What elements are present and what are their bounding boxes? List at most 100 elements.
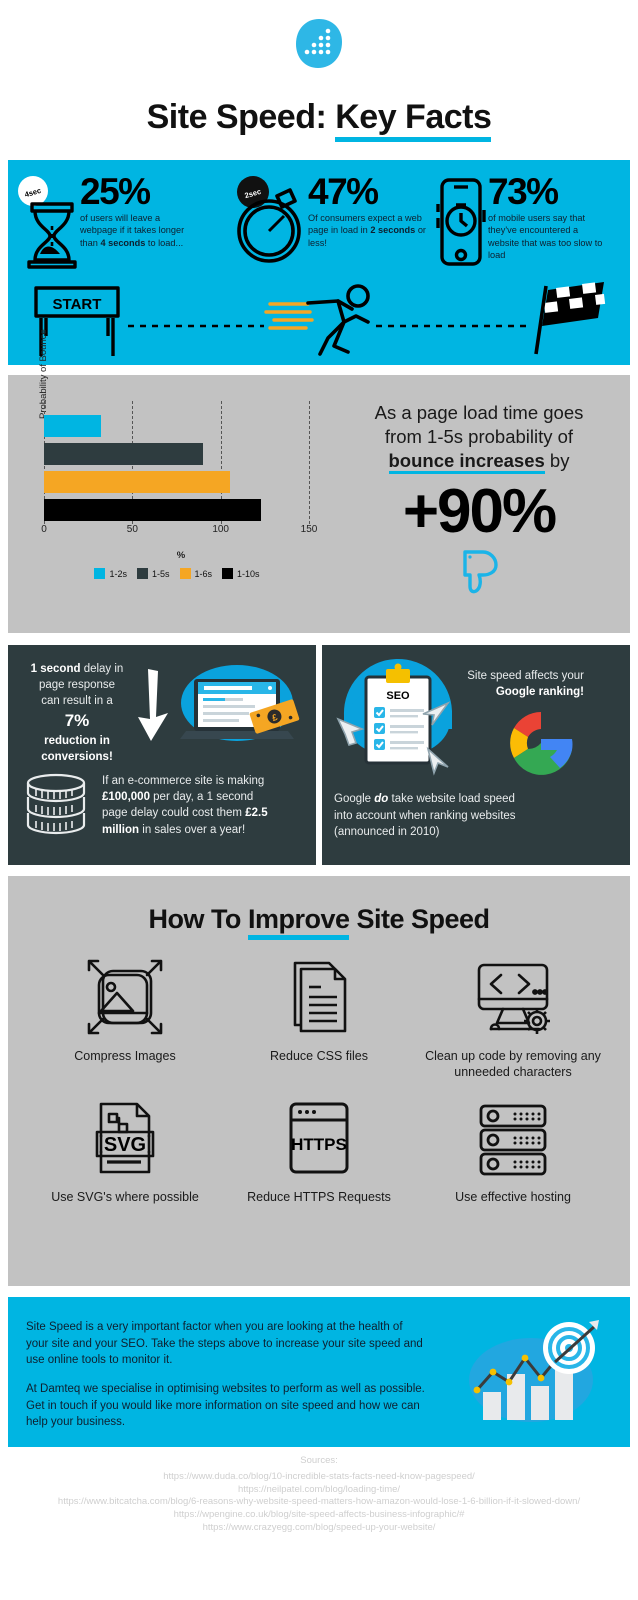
coin-stack-icon (26, 774, 86, 835)
goog-b1c: take website load speed (388, 793, 515, 806)
goog-l1: Site speed affects your (467, 670, 584, 682)
chart-legend-swatch (94, 568, 106, 579)
improve-tips-grid: Compress Images Reduce CSS files Clean u… (8, 935, 630, 1206)
chart-legend-swatch (136, 568, 148, 579)
dark-panels-row: 1 second delay in page response can resu… (8, 645, 630, 865)
stat-73-line2: they've encountered a (488, 225, 579, 236)
stat-47-percent: 47% (308, 171, 379, 212)
infographic-page: Site Speed: Key Facts 4sec 25% of users … (0, 0, 638, 1600)
ecommerce-loss-text: If an e-commerce site is making £100,000… (92, 771, 268, 841)
page-title-main: Site Speed: (146, 98, 336, 136)
stat-47-desc: Of consumers expect a web page in load i… (308, 212, 426, 249)
chart-legend-label: 1-5s (151, 568, 170, 579)
goog-b1a: Google (334, 793, 375, 806)
ecom-l4b: in sales over a year! (139, 823, 246, 836)
tip-compress-images: Compress Images (28, 949, 222, 1080)
conv-l1-rest: delay in (80, 663, 124, 675)
stat-25-text: 25% of users will leave a webpage if it … (78, 173, 184, 249)
goog-b1b: do (374, 793, 389, 806)
improve-section: How To Improve Site Speed Compress Image… (8, 876, 630, 1286)
source-link[interactable]: https://www.duda.co/blog/10-incredible-s… (0, 1471, 638, 1484)
goog-b2: into account when ranking websites (334, 809, 516, 822)
stat-25-line3c: to load... (145, 237, 184, 248)
chart-legend-swatch (222, 568, 234, 579)
stat-25-line1: of users will leave a (80, 213, 161, 224)
key-stats-section: 4sec 25% of users will leave a webpage i… (8, 160, 630, 365)
chart-legend-item: 1-5s (136, 568, 170, 579)
conversion-headline: 1 second delay in page response can resu… (18, 661, 136, 765)
callout-line3-bold: bounce increases (388, 450, 545, 475)
stat-73-line3: website that was too slow to (488, 237, 603, 248)
conv-pct: 7% (64, 711, 90, 731)
closing-text: Site Speed is a very important factor wh… (8, 1297, 438, 1447)
conversion-loss-panel: 1 second delay in page response can resu… (8, 645, 316, 865)
chart-bar-1-10s (44, 499, 262, 521)
seo-clipboard-icon: SEO (336, 658, 452, 776)
chart-legend-item: 1-2s (94, 568, 127, 579)
chart-legend-label: 1-2s (109, 568, 127, 579)
running-man-icon (264, 284, 370, 356)
chart-bar-1-2s (44, 415, 101, 437)
tip-label: Reduce CSS files (270, 1049, 368, 1063)
ecom-l2b: per day, a 1 second (149, 791, 254, 804)
source-link[interactable]: https://wpengine.co.uk/blog/site-speed-a… (0, 1509, 638, 1522)
chart-xtick: 100 (212, 524, 229, 535)
stat-47-line1: Of consumers expect a web (308, 213, 422, 224)
stat-73-line4: load (488, 249, 506, 260)
google-g-icon (510, 712, 573, 775)
improve-title-b: Site Speed (349, 904, 490, 934)
stat-73-desc: of mobile users say that they've encount… (488, 212, 602, 261)
conv-l2: page response (38, 679, 116, 692)
chart-xtick: 150 (300, 524, 318, 535)
mobile-clock-icon (432, 174, 486, 274)
chart-bar-1-6s (44, 471, 230, 493)
stats-row: 4sec 25% of users will leave a webpage i… (8, 160, 630, 274)
stat-card-25: 4sec 25% of users will leave a webpage i… (16, 173, 232, 274)
css-files-icon (222, 949, 416, 1045)
stat-47-line2b: 2 seconds (370, 225, 416, 236)
stat-73-text: 73% of mobile users say that they've enc… (486, 171, 602, 261)
thumbs-down-icon (463, 550, 498, 594)
https-browser-icon: HTTPS (222, 1090, 416, 1186)
callout-line3-rest: by (544, 450, 570, 472)
stat-73-percent: 73% (488, 171, 559, 212)
bounce-callout: As a page load time goes from 1-5s proba… (328, 375, 630, 633)
checkered-flag-icon (534, 282, 606, 355)
page-title-underlined: Key Facts (335, 98, 492, 142)
race-track-illustration: START (8, 276, 630, 358)
page-title: Site Speed: Key Facts (0, 98, 638, 142)
conv-l5: reduction in (44, 735, 110, 748)
clipboard-label: SEO (386, 690, 410, 702)
tip-reduce-css: Reduce CSS files (222, 949, 416, 1080)
bounce-chart: Probability of Bounce 0 50 100 150 % 1-2s 1-… (8, 329, 328, 633)
sources-block: Sources: https://www.duda.co/blog/10-inc… (0, 1455, 638, 1535)
ecom-l4a: million (102, 823, 140, 836)
https-glyph: HTTPS (291, 1135, 347, 1154)
tip-label: Clean up code by removing any unneeded c… (425, 1049, 601, 1079)
server-rack-icon (416, 1090, 610, 1186)
chart-legend-label: 1-10s (237, 568, 260, 579)
hourglass-icon: 4sec (16, 174, 78, 274)
chart-xaxis: 0 50 100 150 (41, 524, 318, 538)
compress-image-icon (28, 949, 222, 1045)
google-body-text: Google do take website load speed into a… (322, 787, 630, 841)
goog-l2: Google ranking! (495, 685, 584, 698)
ecom-l2a: £100,000 (102, 791, 150, 804)
chart-xtick: 50 (126, 524, 138, 535)
growth-chart-target-icon (438, 1297, 630, 1447)
source-link[interactable]: https://www.crazyegg.com/blog/speed-up-y… (0, 1522, 638, 1535)
sources-heading: Sources: (300, 1455, 338, 1466)
ecom-l3a: page delay could cost them (102, 807, 246, 820)
stopwatch-icon: 2sec (232, 174, 306, 274)
google-headline: Site speed affects your Google ranking! (466, 669, 584, 700)
source-link[interactable]: https://neilpatel.com/blog/loading-time/ (0, 1484, 638, 1497)
damteq-dots-logo (296, 19, 342, 68)
chart-legend-item: 1-10s (222, 568, 260, 579)
svg-glyph: SVG (104, 1134, 146, 1156)
header: Site Speed: Key Facts (0, 0, 638, 142)
closing-para-2: At Damteq we specialise in optimising we… (26, 1383, 425, 1429)
laptop-money-icon: £ (180, 665, 300, 741)
callout-big-value: +90% (402, 477, 557, 547)
source-link[interactable]: https://www.bitcatcha.com/blog/6-reasons… (0, 1496, 638, 1509)
callout-heading: As a page load time goes from 1-5s proba… (328, 401, 630, 475)
